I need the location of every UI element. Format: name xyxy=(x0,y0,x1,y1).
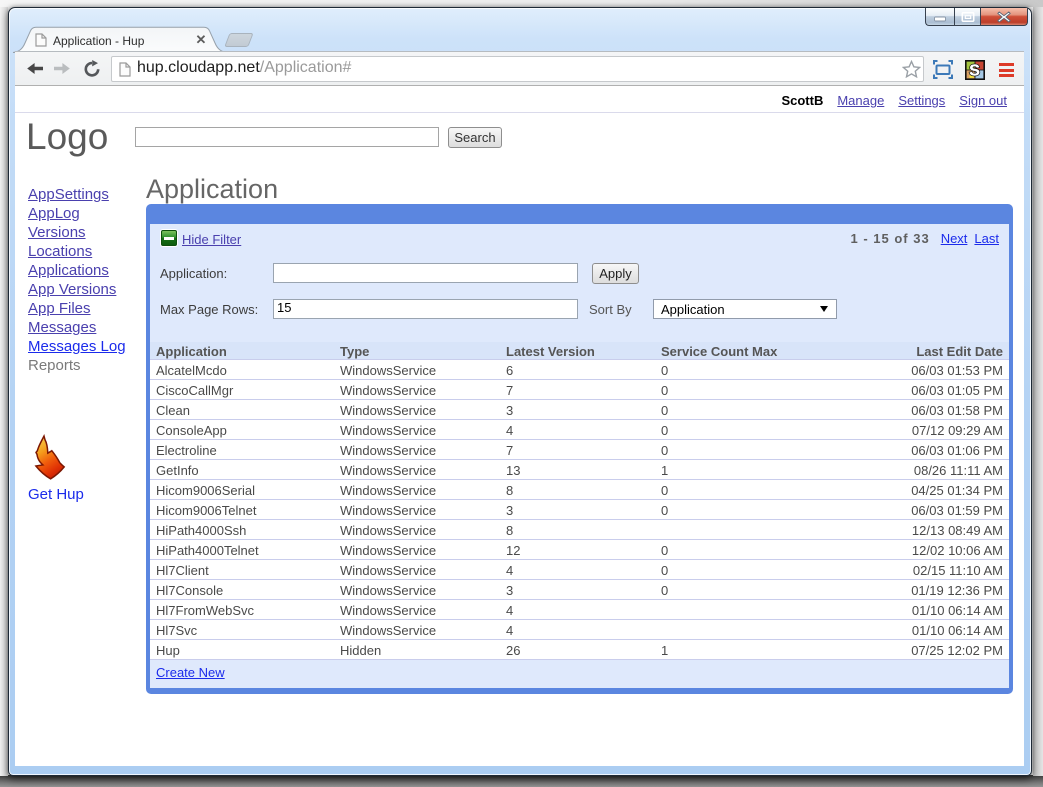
svg-text:S: S xyxy=(969,63,980,80)
